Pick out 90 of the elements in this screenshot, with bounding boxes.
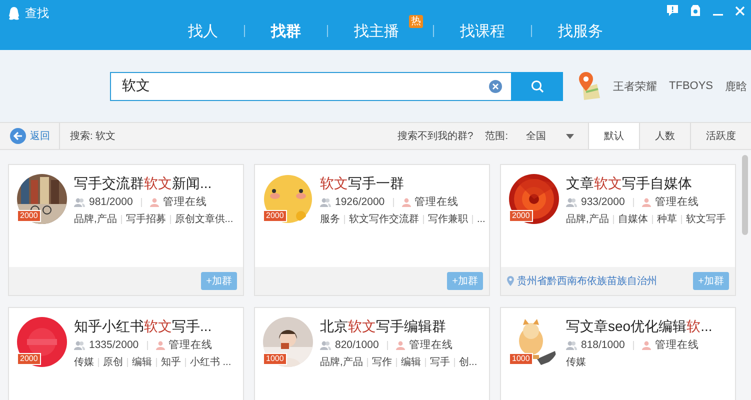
group-tag: 品牌,产品 — [566, 212, 609, 226]
person-icon — [642, 198, 651, 206]
capacity-badge: 2000 — [17, 353, 41, 365]
group-tag: 品牌,产品 — [320, 355, 363, 369]
group-name[interactable]: 写文章seo优化编辑软... — [566, 317, 712, 335]
search-field[interactable]: 软文 — [110, 72, 511, 100]
group-tag: 创... — [458, 355, 478, 369]
back-button[interactable]: 返回 — [0, 123, 60, 149]
help-link[interactable]: 搜索不到我的群? — [398, 129, 474, 143]
group-location: 贵州省黔西南布依族苗族自治州 — [517, 274, 657, 288]
group-card[interactable]: 2000 软文写手一群 1926/2000 管理在线 服务 软文写作交流群 写作兼职 ... +加群 — [254, 164, 490, 296]
person-icon — [150, 198, 159, 206]
scrollbar[interactable] — [742, 155, 748, 235]
group-tag: 写作兼职 — [428, 212, 468, 226]
group-tag: 原创文章供... — [174, 212, 234, 226]
hot-word-link[interactable]: 鹿晗 — [725, 78, 748, 94]
group-tag: 小红书 ... — [190, 355, 232, 369]
hot-word-link[interactable]: 王者荣耀 — [613, 78, 657, 94]
close-icon[interactable] — [735, 6, 745, 16]
sort-tab[interactable]: 活跃度 — [690, 123, 751, 149]
members-icon — [74, 198, 85, 206]
person-icon — [402, 198, 411, 206]
person-icon — [156, 340, 165, 350]
sort-tab[interactable]: 人数 — [639, 123, 690, 149]
hot-badge: 热 — [409, 15, 423, 28]
range-label: 范围: — [485, 130, 508, 143]
admin-status: 管理在线 — [414, 195, 459, 209]
capacity-badge: 2000 — [17, 210, 41, 222]
group-name[interactable]: 文章软文写手自媒体 — [566, 174, 726, 192]
group-tag: 编辑 — [400, 355, 421, 369]
group-name[interactable]: 写手交流群软文新闻... — [74, 174, 234, 192]
location-pin-icon — [507, 276, 514, 286]
group-name[interactable]: 软文写手一群 — [320, 174, 486, 192]
group-tag: 传媒 — [74, 355, 94, 369]
capacity-badge: 2000 — [509, 210, 533, 222]
members-icon — [566, 340, 577, 350]
admin-status: 管理在线 — [408, 338, 453, 352]
members-icon — [566, 198, 577, 206]
members-icon — [74, 340, 85, 350]
caret-icon — [566, 134, 574, 138]
group-tag: 传媒 — [566, 355, 586, 369]
group-card[interactable]: 2000 文章软文写手自媒体 933/2000 管理在线 品牌,产品 自媒体 种草 软文写手 贵州省黔西南布依族苗族自治州 +加群 — [500, 164, 736, 296]
group-name[interactable]: 知乎小红书软文写手... — [74, 317, 232, 335]
search-query-label: 搜索: 软文 — [70, 130, 117, 143]
group-card[interactable]: 2000 知乎小红书软文写手... 1335/2000 管理在线 传媒 原创 编辑 知乎 小红书 ... — [8, 307, 244, 400]
group-card[interactable]: 1000 北京软文写手编辑群 820/1000 管理在线 品牌,产品 写作 编辑 写手 创... — [254, 307, 490, 400]
group-tag: 编辑 — [132, 355, 152, 369]
member-count: 1926/2000 — [335, 196, 385, 208]
admin-status: 管理在线 — [168, 338, 213, 352]
group-tag: 服务 — [320, 212, 340, 226]
group-tag: 写手 — [430, 355, 450, 369]
member-count: 981/2000 — [89, 196, 133, 208]
group-tag: 种草 — [656, 212, 677, 226]
search-icon — [530, 80, 544, 92]
member-count: 933/2000 — [581, 196, 625, 208]
group-tag: 写作 — [372, 355, 392, 369]
member-count: 820/1000 — [335, 339, 379, 351]
app-logo-icon — [8, 6, 20, 20]
group-card[interactable]: 2000 写手交流群软文新闻... 981/2000 管理在线 品牌,产品 写手招募 原创文章供... +加群 — [8, 164, 244, 296]
admin-status: 管理在线 — [654, 195, 699, 209]
map-pin-icon — [577, 72, 601, 100]
member-count: 1335/2000 — [89, 339, 139, 351]
members-icon — [320, 198, 331, 206]
clear-icon[interactable] — [489, 80, 502, 92]
sort-tab[interactable]: 默认 — [588, 123, 639, 149]
admin-status: 管理在线 — [162, 195, 207, 209]
group-tag: 原创 — [103, 355, 123, 369]
person-icon — [642, 340, 651, 350]
member-count: 818/1000 — [581, 339, 625, 351]
hot-word-link[interactable]: TFBOYS — [669, 80, 714, 92]
search-button[interactable] — [511, 72, 563, 100]
range-dropdown[interactable]: 全国 — [526, 129, 574, 143]
capacity-badge: 1000 — [263, 353, 287, 365]
group-card[interactable]: 1000 写文章seo优化编辑软... 818/1000 管理在线 传媒 — [500, 307, 736, 400]
admin-status: 管理在线 — [654, 338, 699, 352]
group-tag: 软文写手 — [686, 212, 726, 226]
group-name[interactable]: 北京软文写手编辑群 — [320, 317, 478, 335]
box-icon[interactable] — [690, 5, 701, 16]
group-tag: 知乎 — [161, 355, 181, 369]
group-tag: 自媒体 — [618, 212, 648, 226]
group-tag: 写手招募 — [126, 212, 166, 226]
capacity-badge: 2000 — [263, 210, 287, 222]
group-tag: 品牌,产品 — [74, 212, 117, 226]
capacity-badge: 1000 — [509, 353, 533, 365]
message-icon[interactable] — [667, 5, 678, 16]
members-icon — [320, 340, 331, 350]
group-tag: ... — [477, 214, 486, 224]
window-title: 查找 — [25, 5, 49, 22]
group-tag: 软文写作交流群 — [349, 212, 419, 226]
person-icon — [396, 340, 405, 350]
